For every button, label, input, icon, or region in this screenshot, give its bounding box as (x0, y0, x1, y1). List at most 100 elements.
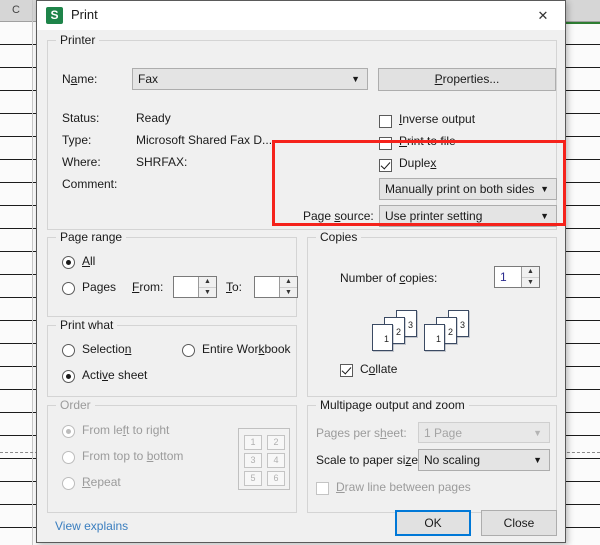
inverse-output-checkbox[interactable] (379, 115, 392, 128)
column-separator (32, 0, 33, 545)
order-left-to-right-label: From left to right (82, 423, 170, 437)
printer-type-value: Microsoft Shared Fax D... (136, 133, 273, 147)
page-range-pages-label: Pages (82, 280, 117, 294)
print-to-file-checkbox[interactable] (379, 137, 392, 150)
printer-where-label: Where: (62, 155, 101, 169)
inverse-output-label: Inverse output (399, 112, 476, 126)
duplex-mode-combo[interactable]: Manually print on both sides ▼ (379, 178, 557, 200)
page-icon (372, 324, 393, 351)
printer-group: Printer Name: Fax ▼ Properties... Status… (47, 33, 557, 230)
order-preview: 1 2 3 4 5 6 (238, 428, 290, 490)
stepper-up-icon[interactable]: ▲ (522, 267, 539, 278)
scale-to-paper-size-combo[interactable]: No scaling ▼ (418, 449, 550, 471)
print-what-selection-radio[interactable] (62, 344, 75, 357)
properties-button[interactable]: Properties... (378, 68, 556, 91)
duplex-checkbox[interactable] (379, 159, 392, 172)
app-icon: S (46, 7, 63, 24)
pages-per-sheet-combo: 1 Page ▼ (418, 422, 550, 443)
stepper-up-icon[interactable]: ▲ (199, 277, 216, 288)
chevron-down-icon: ▼ (533, 455, 542, 465)
order-preview-cell: 3 (244, 453, 262, 468)
duplex-label: Duplex (399, 156, 437, 170)
page-range-to-input[interactable]: ▲ ▼ (254, 276, 298, 298)
order-top-to-bottom-radio (62, 451, 75, 464)
print-what-entire-workbook-radio[interactable] (182, 344, 195, 357)
stepper-up-icon[interactable]: ▲ (280, 277, 297, 288)
printer-status-label: Status: (62, 111, 100, 125)
page-number-1: 1 (436, 334, 442, 344)
dialog-body: Printer Name: Fax ▼ Properties... Status… (37, 30, 565, 542)
collate-label: Collate (360, 362, 398, 376)
printer-comment-label: Comment: (62, 177, 118, 191)
page-number-2: 2 (396, 327, 402, 337)
sheet-accent-bar (566, 22, 600, 24)
draw-line-between-pages-checkbox (316, 482, 329, 495)
collate-checkbox[interactable] (340, 364, 353, 377)
order-preview-cell: 5 (244, 471, 262, 486)
page-source-label: Page source: (303, 209, 374, 223)
page-range-to-stepper[interactable]: ▲ ▼ (279, 277, 297, 297)
page-icon (424, 324, 445, 351)
print-what-selection-label: Selection (82, 342, 132, 356)
page-range-from-label: From: (132, 280, 164, 294)
page-source-combo[interactable]: Use printer setting ▼ (379, 205, 557, 227)
printer-status-value: Ready (136, 111, 171, 125)
draw-line-between-pages-label: Draw line between pages (336, 480, 471, 494)
chevron-down-icon: ▼ (540, 184, 549, 194)
page-number-3: 3 (408, 320, 414, 330)
copies-group-label: Copies (316, 230, 362, 244)
chevron-down-icon: ▼ (351, 74, 360, 84)
print-what-group-label: Print what (56, 318, 118, 332)
page-source-value: Use printer setting (385, 209, 483, 223)
printer-name-value: Fax (138, 72, 159, 86)
order-preview-cell: 1 (244, 435, 262, 450)
number-of-copies-input[interactable]: 1 ▲ ▼ (494, 266, 540, 288)
scale-to-paper-size-value: No scaling (424, 453, 481, 467)
print-dialog: S Print ✕ Printer Name: Fax ▼ Properties… (36, 0, 566, 543)
close-button[interactable]: Close (481, 510, 557, 536)
column-header-c[interactable]: C (0, 0, 32, 20)
printer-where-value: SHRFAX: (136, 155, 188, 169)
printer-group-label: Printer (56, 33, 100, 47)
printer-name-label: Name: (62, 72, 98, 86)
order-group: Order From left to right From top to bot… (47, 398, 297, 513)
page-range-from-input[interactable]: ▲ ▼ (173, 276, 217, 298)
page-number-3: 3 (460, 320, 466, 330)
multipage-group-label: Multipage output and zoom (316, 398, 469, 412)
page-number-2: 2 (448, 327, 454, 337)
page-number-1: 1 (384, 334, 390, 344)
dialog-title: Print (71, 7, 98, 22)
page-range-all-label: All (82, 254, 96, 268)
multipage-group: Multipage output and zoom Pages per shee… (307, 398, 557, 513)
pages-per-sheet-label: Pages per sheet: (316, 426, 407, 440)
order-top-to-bottom-label: From top to bottom (82, 449, 184, 463)
stepper-down-icon[interactable]: ▼ (522, 278, 539, 288)
chevron-down-icon: ▼ (533, 427, 542, 438)
page-range-from-stepper[interactable]: ▲ ▼ (198, 277, 216, 297)
page-range-all-radio[interactable] (62, 256, 75, 269)
copies-group: Copies Number of copies: 1 ▲ ▼ 3 2 1 3 2… (307, 230, 557, 397)
number-of-copies-stepper[interactable]: ▲ ▼ (521, 267, 539, 287)
print-what-entire-workbook-label: Entire Workbook (202, 342, 291, 356)
dialog-titlebar[interactable]: S Print ✕ (37, 1, 565, 30)
pages-per-sheet-value: 1 Page (424, 426, 463, 440)
page-range-pages-radio[interactable] (62, 282, 75, 295)
page-range-group-label: Page range (56, 230, 127, 244)
order-preview-cell: 2 (267, 435, 285, 450)
view-explains-link[interactable]: View explains (55, 519, 128, 533)
printer-name-combo[interactable]: Fax ▼ (132, 68, 368, 90)
ok-button[interactable]: OK (395, 510, 471, 536)
chevron-down-icon: ▼ (540, 211, 549, 221)
print-what-active-sheet-radio[interactable] (62, 370, 75, 383)
number-of-copies-label: Number of copies: (340, 271, 438, 285)
page-range-group: Page range All Pages From: ▲ ▼ To: ▲ ▼ (47, 230, 298, 317)
number-of-copies-value: 1 (500, 270, 507, 284)
scale-to-paper-size-label: Scale to paper size: (316, 453, 422, 467)
print-to-file-label: Print to file (399, 134, 456, 148)
screen: C S Print ✕ Printer Name: Fax ▼ Properti… (0, 0, 600, 545)
order-repeat-radio (62, 477, 75, 490)
stepper-down-icon[interactable]: ▼ (199, 288, 216, 298)
close-icon[interactable]: ✕ (521, 1, 565, 30)
stepper-down-icon[interactable]: ▼ (280, 288, 297, 298)
order-left-to-right-radio (62, 425, 75, 438)
